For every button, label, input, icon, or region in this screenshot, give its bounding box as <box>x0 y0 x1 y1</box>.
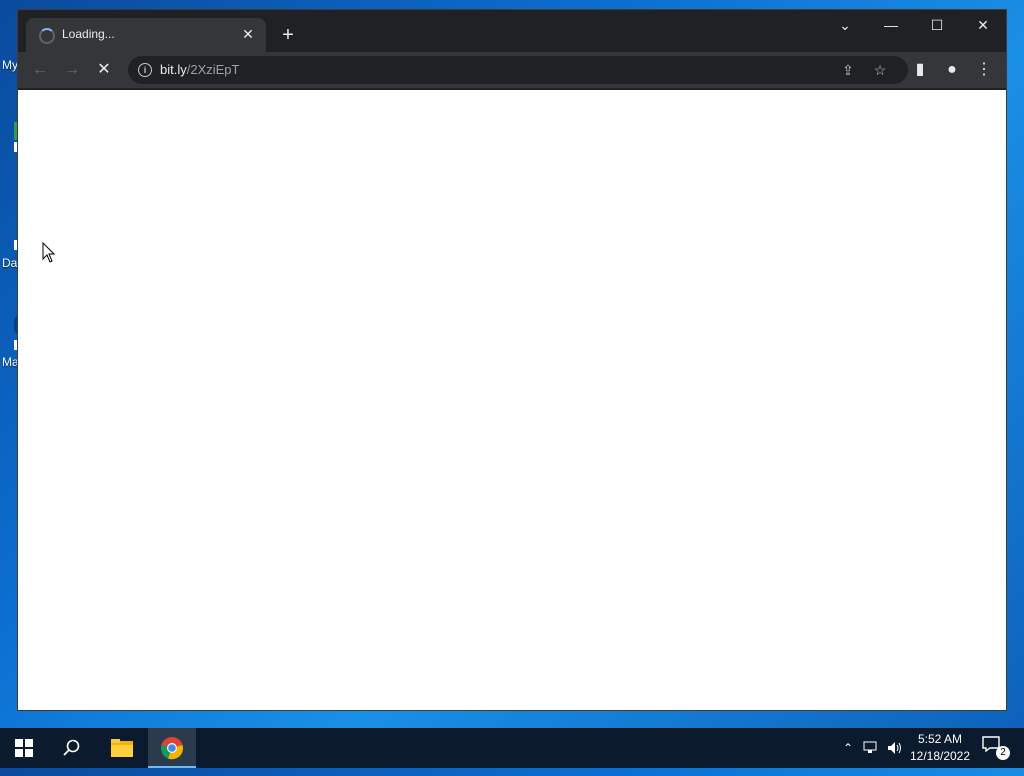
desktop-icon-label-1[interactable]: My <box>2 58 18 72</box>
stop-loading-button[interactable]: ✕ <box>90 56 118 84</box>
action-center-button[interactable]: 2 <box>982 736 1010 760</box>
site-info-icon[interactable]: i <box>138 63 152 77</box>
browser-window: Loading... ✕ + ⌄ — ☐ ✕ ← → ✕ i bit.ly/2X… <box>18 10 1006 710</box>
url-text[interactable]: bit.ly/2XziEpT <box>160 62 239 77</box>
tab-loading[interactable]: Loading... ✕ <box>26 18 266 52</box>
back-button[interactable]: ← <box>26 56 54 84</box>
notification-count-badge: 2 <box>996 746 1010 760</box>
clock[interactable]: 5:52 AM 12/18/2022 <box>904 731 976 765</box>
tab-close-icon[interactable]: ✕ <box>238 24 258 44</box>
taskbar: ⌃ 5:52 AM 12/18/2022 2 <box>0 728 1024 768</box>
search-button[interactable] <box>48 728 96 768</box>
bookmark-star-icon[interactable]: ☆ <box>870 60 890 80</box>
file-explorer-button[interactable] <box>98 728 146 768</box>
show-hidden-icons-chevron-icon[interactable]: ⌃ <box>838 728 858 768</box>
clock-date: 12/18/2022 <box>909 749 971 763</box>
close-window-button[interactable]: ✕ <box>960 10 1006 40</box>
chrome-taskbar-button[interactable] <box>148 728 196 768</box>
loading-spinner-icon <box>39 28 55 44</box>
share-icon[interactable]: ⇪ <box>838 60 858 80</box>
start-button[interactable] <box>0 728 48 768</box>
search-icon <box>63 739 80 756</box>
tab-search-chevron-icon[interactable]: ⌄ <box>822 10 868 40</box>
page-content[interactable] <box>18 90 1006 710</box>
clock-time: 5:52 AM <box>917 732 963 746</box>
network-icon[interactable] <box>860 728 882 768</box>
maximize-button[interactable]: ☐ <box>914 10 960 40</box>
volume-icon[interactable] <box>884 728 906 768</box>
url-host: bit.ly <box>160 62 187 77</box>
new-tab-button[interactable]: + <box>276 24 300 48</box>
address-bar[interactable]: i bit.ly/2XziEpT ⇪ ☆ <box>128 56 908 84</box>
desktop-icon-label-2[interactable]: Da <box>2 256 17 270</box>
windows-logo-icon <box>15 739 33 757</box>
forward-button[interactable]: → <box>58 56 86 84</box>
tab-title: Loading... <box>62 27 115 41</box>
side-panel-icon[interactable]: ▮ <box>906 56 934 84</box>
menu-icon[interactable]: ⋮ <box>970 56 998 84</box>
folder-icon <box>111 739 133 757</box>
toolbar: ← → ✕ i bit.ly/2XziEpT ⇪ ☆ ▮ ● ⋮ <box>18 52 1006 88</box>
desktop-icon-label-3[interactable]: Ma <box>2 355 19 369</box>
mouse-cursor-icon <box>42 242 56 263</box>
chrome-icon <box>161 737 183 760</box>
profile-icon[interactable]: ● <box>938 56 966 84</box>
url-path: /2XziEpT <box>186 62 240 77</box>
minimize-button[interactable]: — <box>868 10 914 40</box>
tab-strip: Loading... ✕ + ⌄ — ☐ ✕ <box>18 10 1006 52</box>
